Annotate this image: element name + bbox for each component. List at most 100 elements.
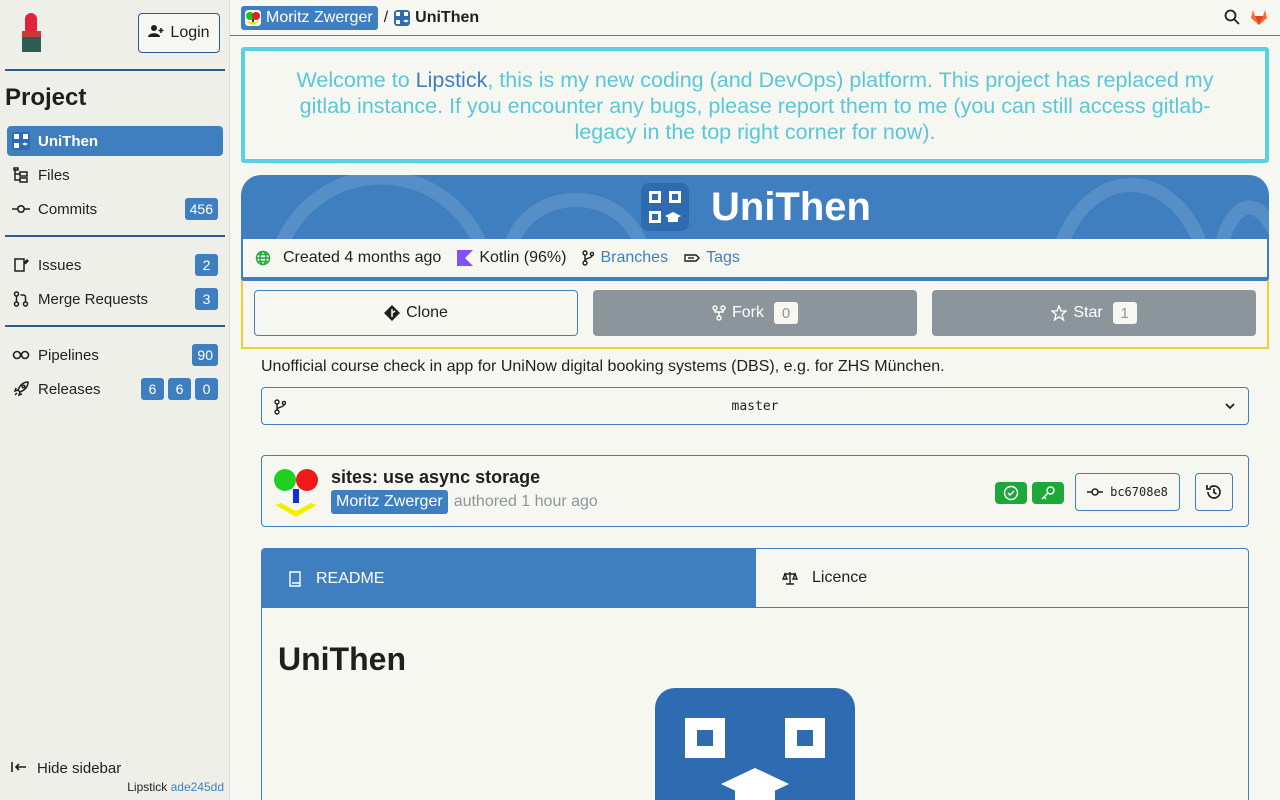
- project-actions: Clone Fork 0 Star 1: [241, 279, 1269, 349]
- scale-icon: [782, 572, 798, 585]
- created-label: Created 4 months ago: [283, 249, 442, 266]
- divider: [5, 235, 225, 237]
- project-avatar-icon: [11, 132, 31, 150]
- readme-title: UniThen: [278, 641, 406, 677]
- star-count: 1: [1112, 302, 1137, 324]
- tags-link[interactable]: Tags: [684, 249, 740, 267]
- tags-label: Tags: [706, 249, 740, 266]
- language-label: Kotlin (96%): [479, 249, 567, 266]
- app-version: Lipstick ade245dd: [127, 780, 224, 794]
- version-hash-link[interactable]: ade245dd: [171, 780, 224, 794]
- star-icon: [1051, 305, 1068, 321]
- sidebar-section-title: Project: [5, 84, 87, 111]
- issue-count-badge: 2: [195, 254, 218, 276]
- branch-select-value: master: [731, 399, 779, 414]
- signature-status-button[interactable]: [1032, 482, 1064, 504]
- project-description: Unofficial course check in app for UniNo…: [261, 358, 945, 375]
- breadcrumb-separator: /: [383, 8, 389, 26]
- language-meta: Kotlin (96%): [457, 249, 566, 267]
- fork-count: 0: [774, 302, 798, 324]
- branches-label: Branches: [600, 249, 669, 266]
- sidebar-item-merge-requests[interactable]: Merge Requests 3: [7, 284, 223, 314]
- top-bar: Moritz Zwerger / UniThen: [230, 0, 1280, 36]
- commit-history-button[interactable]: [1195, 473, 1233, 511]
- clone-label: Clone: [406, 304, 448, 321]
- hide-sidebar-label: Hide sidebar: [37, 760, 122, 777]
- breadcrumb-project[interactable]: UniThen: [394, 9, 479, 27]
- author-avatar[interactable]: [271, 467, 321, 517]
- tag-icon: [684, 254, 701, 262]
- lipstick-logo[interactable]: [22, 13, 42, 53]
- commit-count-badge: 456: [184, 198, 218, 220]
- branch-icon: [582, 250, 595, 266]
- commit-icon: [11, 203, 31, 215]
- branch-select[interactable]: master: [261, 387, 1249, 425]
- project-card: UniThen Created 4 months ago Kotlin (96%…: [241, 175, 1269, 349]
- app-name: Lipstick: [127, 780, 168, 794]
- book-icon: [289, 570, 301, 587]
- welcome-brand: Lipstick: [415, 68, 488, 92]
- project-title: UniThen: [641, 183, 871, 231]
- fork-button[interactable]: Fork 0: [593, 290, 917, 336]
- sidebar-item-label: Releases: [38, 380, 101, 398]
- key-icon: [1041, 486, 1055, 500]
- release-count-badge: 6: [141, 378, 164, 400]
- divider: [5, 325, 225, 327]
- hide-sidebar-button[interactable]: Hide sidebar: [11, 760, 121, 777]
- commit-hash: bc6708e8: [1110, 485, 1168, 499]
- latest-commit-card: sites: use async storage Moritz Zwerger …: [261, 455, 1249, 527]
- sidebar-item-label: Issues: [38, 256, 82, 274]
- project-header: UniThen: [241, 175, 1269, 239]
- sidebar-item-files[interactable]: Files: [7, 160, 223, 190]
- tab-licence[interactable]: Licence: [756, 549, 1248, 608]
- tab-licence-label: Licence: [812, 569, 868, 586]
- branches-link[interactable]: Branches: [582, 249, 668, 267]
- commit-hash-button[interactable]: bc6708e8: [1075, 473, 1180, 511]
- clone-button[interactable]: Clone: [254, 290, 578, 336]
- commit-title[interactable]: sites: use async storage: [331, 467, 540, 488]
- tab-readme-label: README: [316, 569, 385, 587]
- commit-icon: [1087, 488, 1104, 496]
- check-circle-icon: [1003, 485, 1019, 501]
- commit-time: authored 1 hour ago: [453, 493, 598, 510]
- login-button[interactable]: Login: [138, 13, 220, 53]
- git-icon: [384, 305, 401, 321]
- sidebar-item-commits[interactable]: Commits 456: [7, 194, 223, 224]
- sidebar-item-unithen[interactable]: UniThen: [7, 126, 223, 156]
- star-button[interactable]: Star 1: [932, 290, 1256, 336]
- search-icon[interactable]: [1224, 9, 1240, 30]
- pipeline-status-button[interactable]: [995, 482, 1027, 504]
- history-icon: [1206, 485, 1221, 499]
- sidebar-item-label: Commits: [38, 200, 98, 218]
- commit-author-chip[interactable]: Moritz Zwerger: [331, 490, 448, 514]
- issue-icon: [11, 257, 31, 273]
- login-label: Login: [170, 24, 210, 41]
- welcome-prefix: Welcome to: [296, 68, 416, 92]
- breadcrumb-user-label: Moritz Zwerger: [266, 8, 373, 26]
- collapse-left-icon: [11, 760, 27, 777]
- sidebar-item-label: Files: [38, 166, 70, 184]
- project-meta: Created 4 months ago Kotlin (96%) Branch…: [241, 239, 1269, 279]
- welcome-banner: Welcome to Lipstick, this is my new codi…: [241, 47, 1269, 163]
- pipeline-icon: [11, 349, 31, 361]
- sidebar-item-releases[interactable]: Releases 6 6 0: [7, 374, 223, 404]
- gitlab-icon[interactable]: [1250, 8, 1268, 31]
- star-label: Star: [1073, 304, 1103, 321]
- user-plus-icon: [148, 24, 164, 43]
- release-count-badge: 6: [168, 378, 191, 400]
- breadcrumb-user[interactable]: Moritz Zwerger: [241, 5, 378, 30]
- project-name: UniThen: [711, 184, 871, 229]
- pipeline-count-badge: 90: [192, 344, 218, 366]
- sidebar-item-pipelines[interactable]: Pipelines 90: [7, 340, 223, 370]
- sidebar-item-label: Merge Requests: [38, 290, 149, 308]
- chevron-down-icon: [1225, 403, 1235, 410]
- commit-author-line: Moritz Zwerger authored 1 hour ago: [331, 490, 598, 514]
- file-tree-icon: [11, 167, 31, 183]
- divider: [5, 69, 225, 71]
- sidebar-item-label: Pipelines: [38, 346, 99, 364]
- project-avatar-icon: [394, 9, 411, 26]
- sidebar-item-issues[interactable]: Issues 2: [7, 250, 223, 280]
- tab-readme[interactable]: README: [262, 549, 756, 608]
- kotlin-icon: [457, 250, 474, 266]
- sidebar-item-label: UniThen: [38, 132, 98, 150]
